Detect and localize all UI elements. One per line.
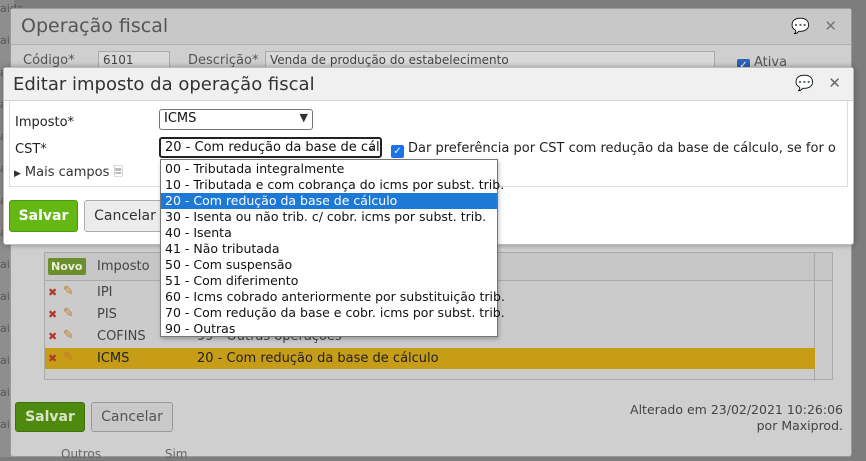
cst-option[interactable]: 70 - Com redução da base e cobr. icms po… xyxy=(161,305,505,321)
row-imposto: IPI xyxy=(97,285,113,300)
row-imposto: PIS xyxy=(97,307,117,322)
novo-button[interactable]: Novo xyxy=(48,258,86,275)
table-row-selected[interactable]: ✖ ✎ ICMS 20 - Com redução da base de cál… xyxy=(45,348,815,369)
outer-dialog-header: Operação fiscal 💬 ✕ xyxy=(11,9,851,45)
chevron-down-icon: ▼ xyxy=(299,111,308,124)
cst-value: 20 - Com redução da base de cál xyxy=(165,140,380,155)
chevron-down-icon: ⌄ xyxy=(366,140,376,153)
cst-option[interactable]: 41 - Não tributada xyxy=(161,241,497,257)
outer-cancel-button[interactable]: Cancelar xyxy=(91,402,173,432)
save-button[interactable]: Salvar xyxy=(9,200,78,232)
cst-label: CST* xyxy=(15,142,47,157)
row-cst: 20 - Com redução da base de cálculo xyxy=(197,351,439,366)
altered-line: por Maxiprod. xyxy=(756,418,843,433)
edit-icon[interactable]: ✎ xyxy=(63,306,74,321)
cst-select[interactable]: 20 - Com redução da base de cál ⌄ xyxy=(159,137,382,158)
outer-dialog-title: Operação fiscal xyxy=(21,15,169,37)
chat-icon[interactable]: 💬 xyxy=(791,17,810,35)
cst-option[interactable]: 60 - Icms cobrado anteriormente por subs… xyxy=(161,289,505,305)
mais-campos-label: Mais campos xyxy=(24,165,110,180)
cancel-button[interactable]: Cancelar xyxy=(84,200,166,232)
edit-icon[interactable]: ✎ xyxy=(63,284,74,299)
delete-icon[interactable]: ✖ xyxy=(48,352,57,365)
header-imposto: Imposto xyxy=(97,259,150,274)
cst-option-highlighted[interactable]: 20 - Com redução da base de cálculo xyxy=(161,193,497,209)
chat-icon[interactable]: 💬 xyxy=(795,74,814,92)
caret-right-icon: ▶ xyxy=(14,169,21,179)
codigo-label: Código* xyxy=(23,53,75,68)
cst-option[interactable]: 00 - Tributada integralmente xyxy=(161,161,497,177)
document-icon: 🗏 xyxy=(113,165,124,179)
table-scrollbar[interactable] xyxy=(814,253,832,381)
altered-line: Alterado em 23/02/2021 10:26:06 xyxy=(630,402,843,417)
inner-dialog-header: Editar imposto da operação fiscal 💬 ✕ xyxy=(4,68,853,101)
cst-option[interactable]: 90 - Outras xyxy=(161,321,497,337)
cst-option[interactable]: 40 - Isenta xyxy=(161,225,497,241)
bg-cell: Outros xyxy=(61,447,102,461)
imposto-value: ICMS xyxy=(164,111,197,126)
mais-campos-toggle[interactable]: ▶ Mais campos 🗏 xyxy=(14,163,123,184)
descricao-label: Descrição* xyxy=(188,53,259,68)
imposto-select[interactable]: ICMS ▼ xyxy=(159,109,313,130)
imposto-label: Imposto* xyxy=(15,115,75,130)
cst-option[interactable]: 50 - Com suspensão xyxy=(161,257,497,273)
close-icon[interactable]: ✕ xyxy=(824,17,837,35)
delete-icon[interactable]: ✖ xyxy=(48,286,57,299)
edit-icon[interactable]: ✎ xyxy=(63,350,74,365)
bg-cell: Sim xyxy=(164,447,188,461)
row-imposto: ICMS xyxy=(97,351,130,366)
close-icon[interactable]: ✕ xyxy=(828,74,841,92)
delete-icon[interactable]: ✖ xyxy=(48,308,57,321)
row-imposto: COFINS xyxy=(97,329,146,344)
cst-option[interactable]: 51 - Com diferimento xyxy=(161,273,497,289)
cst-dropdown-list[interactable]: 00 - Tributada integralmente 10 - Tribut… xyxy=(160,159,505,337)
delete-icon[interactable]: ✖ xyxy=(48,330,57,343)
outer-save-button[interactable]: Salvar xyxy=(15,402,85,432)
cst-option[interactable]: 10 - Tributada e com cobrança do icms po… xyxy=(161,177,504,193)
altered-info: Alterado em 23/02/2021 10:26:06 por Maxi… xyxy=(630,402,843,434)
edit-icon[interactable]: ✎ xyxy=(63,328,74,343)
cst-option[interactable]: 30 - Isenta ou não trib. c/ cobr. icms p… xyxy=(161,209,497,225)
inner-dialog-title: Editar imposto da operação fiscal xyxy=(13,74,315,95)
background-row: Outros Sim xyxy=(61,447,248,461)
check-icon: ✓ xyxy=(391,145,404,158)
